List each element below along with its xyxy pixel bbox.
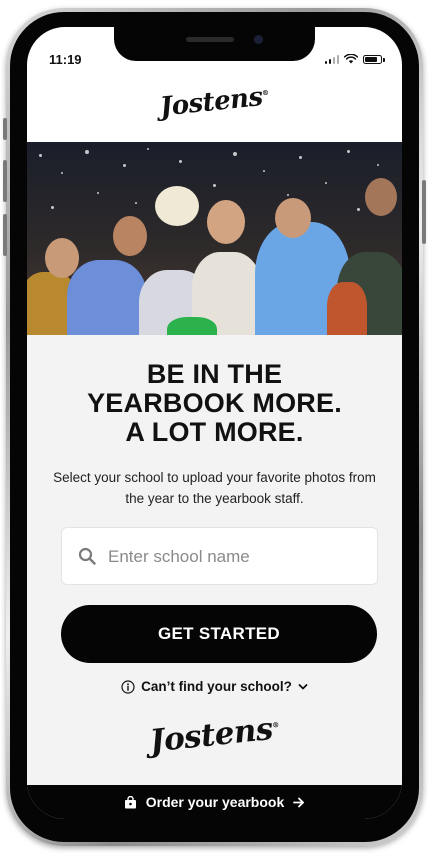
hero-image xyxy=(27,142,402,335)
search-icon xyxy=(78,547,96,565)
chevron-down-icon xyxy=(298,683,308,689)
footer-logo-registered-mark: ® xyxy=(271,719,280,730)
headline: BE IN THE YEARBOOK MORE. A LOT MORE. xyxy=(27,360,402,447)
cant-find-school-label: Can’t find your school? xyxy=(141,679,292,694)
jostens-logo[interactable]: Jostens® xyxy=(27,67,402,136)
phone-screen: 11:19 Jostens® BE IN THE YEARBOOK MORE. … xyxy=(27,27,402,819)
jostens-footer-logo: Jostens® xyxy=(27,697,402,772)
power-button xyxy=(422,180,426,244)
school-search-box[interactable] xyxy=(61,527,378,585)
shopping-bag-icon xyxy=(124,795,136,808)
school-search-input[interactable] xyxy=(106,538,370,576)
description-text: Select your school to upload your favori… xyxy=(53,470,376,506)
main-content: BE IN THE YEARBOOK MORE. A LOT MORE. Sel… xyxy=(27,335,402,785)
order-yearbook-bar[interactable]: Order your yearbook xyxy=(27,785,402,819)
front-camera xyxy=(254,35,263,44)
headline-line: YEARBOOK MORE. xyxy=(87,388,342,418)
speaker-grille xyxy=(186,37,234,42)
volume-down-button xyxy=(3,214,7,256)
headline-line: BE IN THE xyxy=(146,359,283,389)
status-time: 11:19 xyxy=(49,52,82,67)
order-yearbook-label: Order your yearbook xyxy=(145,794,285,810)
info-icon xyxy=(121,679,135,694)
footer-logo-text: Jostens xyxy=(148,710,275,760)
cant-find-school-link[interactable]: Can’t find your school? xyxy=(27,679,402,694)
battery-icon xyxy=(363,55,385,64)
logo-text: Jostens xyxy=(158,82,264,123)
arrow-right-icon xyxy=(293,797,305,807)
headline-line: A LOT MORE. xyxy=(125,417,304,447)
cellular-signal-icon xyxy=(324,55,339,64)
volume-up-button xyxy=(3,160,7,202)
silent-switch xyxy=(3,118,7,140)
status-icons xyxy=(324,54,385,64)
wifi-icon xyxy=(344,54,358,64)
notch xyxy=(114,27,315,61)
logo-registered-mark: ® xyxy=(261,87,269,98)
get-started-button[interactable]: GET STARTED xyxy=(61,605,377,663)
